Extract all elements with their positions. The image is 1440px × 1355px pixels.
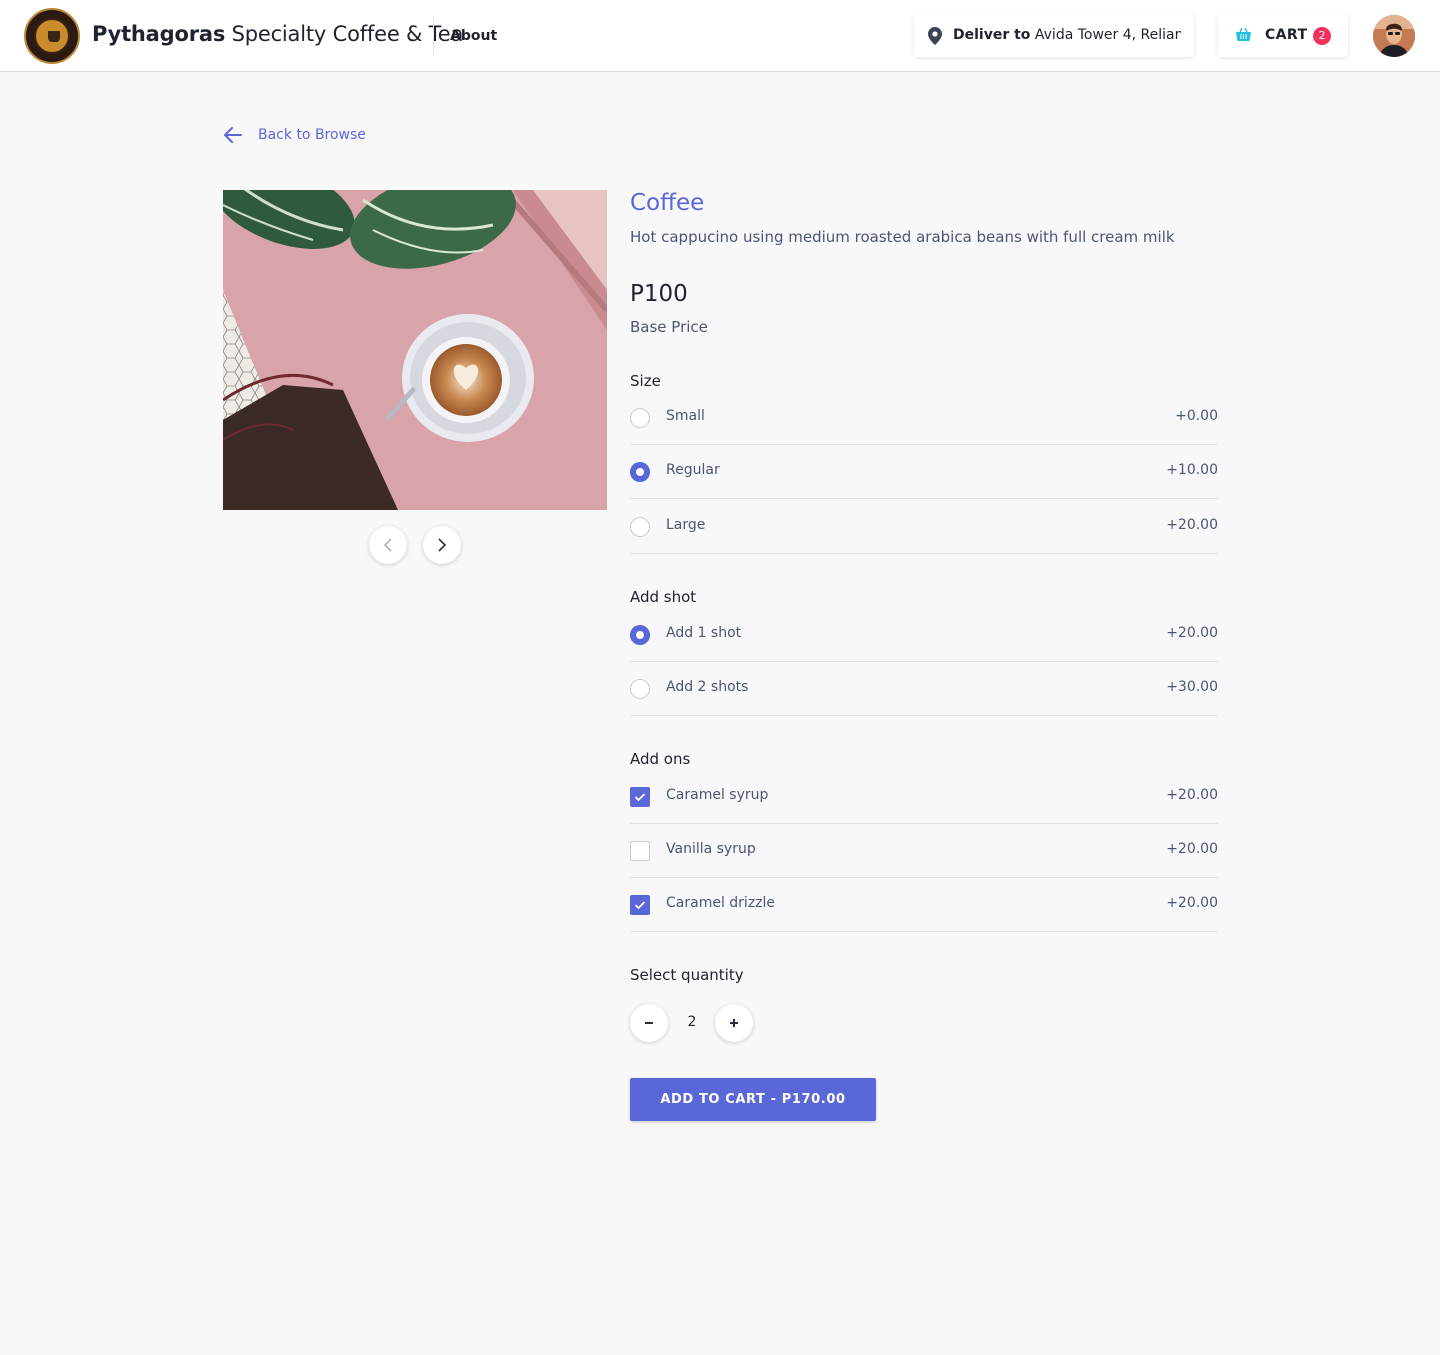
option-label: Add 1 shot bbox=[666, 625, 742, 641]
shot-option-1[interactable]: Add 1 shot +20.00 bbox=[630, 608, 1218, 662]
checkbox[interactable] bbox=[630, 841, 650, 861]
radio-button-selected[interactable] bbox=[630, 462, 650, 482]
product-image bbox=[223, 190, 607, 510]
plus-icon bbox=[730, 1019, 738, 1027]
option-price: +30.00 bbox=[1166, 679, 1218, 695]
checkbox-checked[interactable] bbox=[630, 787, 650, 807]
checkbox-checked[interactable] bbox=[630, 895, 650, 915]
shopping-basket-icon bbox=[1236, 28, 1251, 41]
option-price: +20.00 bbox=[1166, 841, 1218, 857]
radio-button-selected[interactable] bbox=[630, 625, 650, 645]
nav-about-link[interactable]: About bbox=[450, 28, 497, 44]
product-title: Coffee bbox=[630, 190, 705, 216]
radio-button[interactable] bbox=[630, 679, 650, 699]
brand-name-bold: Pythagoras bbox=[92, 22, 226, 46]
brand-name[interactable]: Pythagoras Specialty Coffee & Tea bbox=[92, 22, 463, 46]
quantity-value: 2 bbox=[687, 1014, 697, 1030]
quantity-increase-button[interactable] bbox=[715, 1004, 753, 1042]
option-price: +20.00 bbox=[1166, 517, 1218, 533]
radio-button[interactable] bbox=[630, 517, 650, 537]
addons-section-title: Add ons bbox=[630, 750, 691, 768]
chevron-left-icon bbox=[384, 538, 392, 552]
radio-button[interactable] bbox=[630, 408, 650, 428]
brand-name-rest: Specialty Coffee & Tea bbox=[225, 22, 464, 46]
minus-icon bbox=[645, 1022, 653, 1024]
option-label: Vanilla syrup bbox=[666, 841, 756, 857]
chevron-right-icon bbox=[438, 538, 447, 552]
cart-label: CART bbox=[1265, 27, 1308, 43]
size-option-small[interactable]: Small +0.00 bbox=[630, 391, 1218, 445]
option-label: Caramel syrup bbox=[666, 787, 769, 803]
addon-caramel-drizzle[interactable]: Caramel drizzle +20.00 bbox=[630, 878, 1218, 932]
size-option-large[interactable]: Large +20.00 bbox=[630, 500, 1218, 554]
product-price: P100 bbox=[630, 281, 688, 307]
option-price: +10.00 bbox=[1166, 462, 1218, 478]
back-to-browse-link[interactable]: Back to Browse bbox=[223, 124, 366, 146]
deliver-label: Deliver to bbox=[953, 27, 1031, 43]
cart-count-badge: 2 bbox=[1313, 27, 1331, 45]
quantity-decrease-button[interactable] bbox=[630, 1004, 668, 1042]
avatar-portrait bbox=[1373, 15, 1415, 57]
addon-caramel-syrup[interactable]: Caramel syrup +20.00 bbox=[630, 770, 1218, 824]
option-label: Regular bbox=[666, 462, 720, 478]
option-price: +20.00 bbox=[1166, 787, 1218, 803]
arrow-left-icon bbox=[224, 127, 242, 143]
addon-vanilla-syrup[interactable]: Vanilla syrup +20.00 bbox=[630, 824, 1218, 878]
shot-option-2[interactable]: Add 2 shots +30.00 bbox=[630, 662, 1218, 716]
back-label: Back to Browse bbox=[258, 127, 366, 143]
carousel-prev-button[interactable] bbox=[369, 526, 407, 564]
option-price: +0.00 bbox=[1175, 408, 1218, 424]
size-option-regular[interactable]: Regular +10.00 bbox=[630, 445, 1218, 499]
option-label: Large bbox=[666, 517, 706, 533]
coffee-photo bbox=[223, 190, 607, 510]
option-label: Add 2 shots bbox=[666, 679, 749, 695]
quantity-section-title: Select quantity bbox=[630, 966, 744, 984]
option-price: +20.00 bbox=[1166, 895, 1218, 911]
logo-emblem bbox=[34, 18, 70, 54]
nav-divider bbox=[433, 16, 434, 56]
deliver-address: Avida Tower 4, Relian... bbox=[1030, 27, 1181, 43]
add-to-cart-button[interactable]: ADD TO CART - P170.00 bbox=[630, 1078, 876, 1121]
user-avatar[interactable] bbox=[1373, 15, 1415, 57]
top-header: Pythagoras Specialty Coffee & Tea About … bbox=[0, 0, 1440, 72]
option-label: Small bbox=[666, 408, 705, 424]
coffee-cup-icon bbox=[48, 31, 60, 42]
deliver-text: Deliver to Avida Tower 4, Relian... bbox=[953, 27, 1181, 43]
option-label: Caramel drizzle bbox=[666, 895, 776, 911]
price-note: Base Price bbox=[630, 318, 708, 336]
deliver-address-button[interactable]: Deliver to Avida Tower 4, Relian... bbox=[914, 14, 1194, 57]
option-price: +20.00 bbox=[1166, 625, 1218, 641]
brand-logo[interactable] bbox=[24, 8, 80, 64]
size-section-title: Size bbox=[630, 372, 661, 390]
checkmark-icon bbox=[634, 793, 646, 802]
cart-button[interactable]: CART 2 bbox=[1218, 14, 1348, 57]
checkmark-icon bbox=[634, 901, 646, 910]
map-pin-icon bbox=[928, 27, 942, 45]
shot-section-title: Add shot bbox=[630, 588, 697, 606]
product-description: Hot cappucino using medium roasted arabi… bbox=[630, 228, 1175, 246]
carousel-next-button[interactable] bbox=[423, 526, 461, 564]
